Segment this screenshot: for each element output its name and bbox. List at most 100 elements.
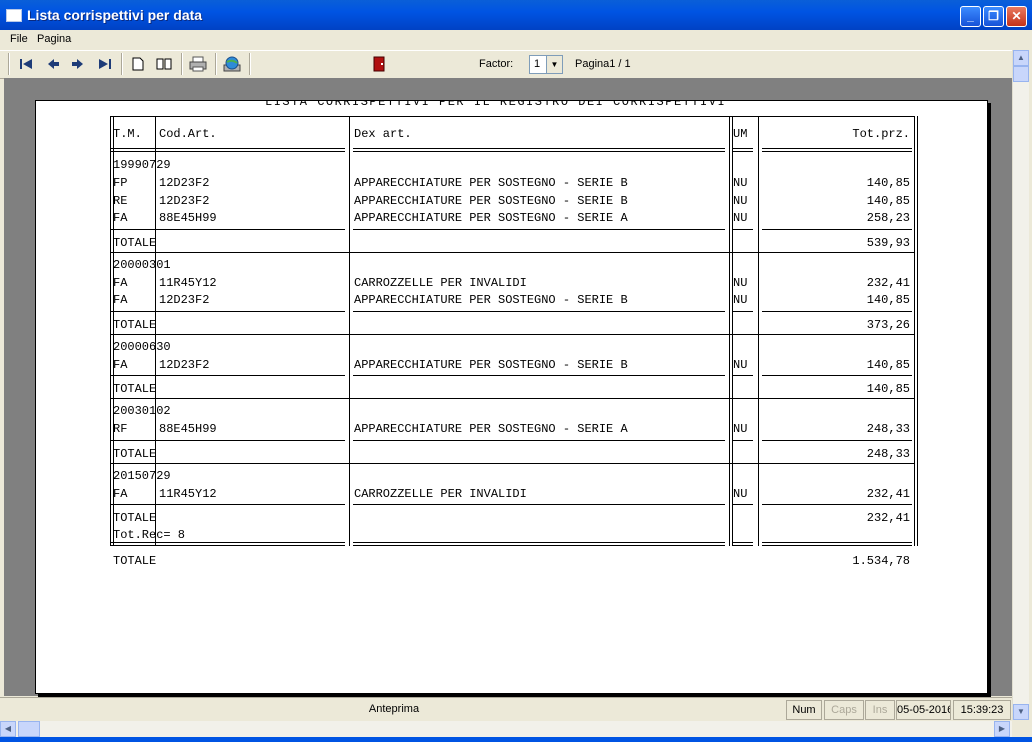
cell-dex-art: APPARECCHIATURE PER SOSTEGNO - SERIE A bbox=[354, 211, 628, 225]
header-top-rule bbox=[111, 116, 914, 117]
print-button[interactable] bbox=[187, 54, 209, 74]
group-total-value: 373,26 bbox=[866, 317, 910, 332]
subtotal-rule bbox=[733, 375, 753, 376]
two-pages-button[interactable] bbox=[153, 54, 175, 74]
status-mode: Anteprima bbox=[368, 703, 420, 715]
first-page-button[interactable] bbox=[15, 54, 37, 74]
cell-tm: RF bbox=[113, 422, 128, 436]
subtotal-rule bbox=[353, 310, 725, 312]
subtotal-rule bbox=[111, 310, 345, 312]
cell-tot-prz: 248,33 bbox=[866, 422, 910, 436]
group-date: 20150729 bbox=[113, 468, 171, 483]
scroll-down-icon[interactable]: ▼ bbox=[1013, 704, 1029, 720]
group-total-value: 539,93 bbox=[866, 235, 910, 250]
scroll-right-icon[interactable]: ▶ bbox=[994, 721, 1010, 737]
cell-tm: FA bbox=[113, 293, 128, 307]
footer-rule bbox=[111, 542, 345, 543]
chevron-down-icon[interactable]: ▼ bbox=[546, 56, 562, 73]
subtotal-rule bbox=[762, 310, 912, 312]
next-page-button[interactable] bbox=[67, 54, 89, 74]
scroll-left-icon[interactable]: ◀ bbox=[0, 721, 16, 737]
toolbar-separator bbox=[215, 53, 217, 75]
restore-button[interactable]: ❐ bbox=[983, 6, 1004, 27]
header-rule bbox=[733, 148, 753, 149]
close-button[interactable]: ✕ bbox=[1006, 6, 1027, 27]
group-total-value: 140,85 bbox=[866, 382, 910, 396]
minimize-button[interactable]: _ bbox=[960, 6, 981, 27]
cell-tm: FP bbox=[113, 176, 128, 190]
last-page-icon bbox=[99, 59, 111, 69]
factor-value: 1 bbox=[534, 58, 541, 70]
group-total-value: 232,41 bbox=[866, 511, 910, 525]
toolbar-separator bbox=[249, 53, 251, 75]
horizontal-scrollbar[interactable]: ◀ ▶ bbox=[0, 721, 1012, 737]
app-window: Lista corrispettivi per data _ ❐ ✕ File … bbox=[0, 0, 1032, 742]
group-date: 20000301 bbox=[113, 257, 171, 272]
group-rule bbox=[111, 462, 914, 464]
status-caps: Caps bbox=[824, 700, 864, 720]
cell-tot-prz: 140,85 bbox=[866, 357, 910, 372]
group-total-label: TOTALE bbox=[113, 511, 157, 525]
footer-rule bbox=[733, 542, 753, 543]
column-rule bbox=[155, 116, 156, 546]
export-button[interactable] bbox=[221, 54, 243, 74]
taskbar-strip bbox=[0, 737, 1032, 742]
header-rule bbox=[762, 151, 912, 152]
cell-dex-art: CARROZZELLE PER INVALIDI bbox=[354, 486, 527, 501]
toolbar: Factor: 1 ▼ Pagina1 / 1 bbox=[0, 50, 1012, 79]
cell-dex-art: CARROZZELLE PER INVALIDI bbox=[354, 275, 527, 290]
scroll-up-icon[interactable]: ▲ bbox=[1013, 50, 1029, 66]
first-page-icon bbox=[20, 59, 32, 69]
last-page-button[interactable] bbox=[94, 54, 116, 74]
exit-button[interactable] bbox=[368, 54, 390, 74]
footer-rule bbox=[111, 545, 345, 546]
hscroll-thumb[interactable] bbox=[18, 721, 40, 737]
menu-pagina[interactable]: Pagina bbox=[37, 33, 71, 45]
cell-tot-prz: 140,85 bbox=[866, 193, 910, 208]
cell-um: NU bbox=[733, 486, 748, 501]
window-title: Lista corrispettivi per data bbox=[27, 7, 203, 23]
cell-tot-prz: 140,85 bbox=[866, 176, 910, 190]
grand-total-label: TOTALE bbox=[113, 554, 157, 568]
report-page: LISTA CORRISPETTIVI PER IL REGISTRO DEI … bbox=[35, 100, 988, 694]
status-bar: Anteprima Num Caps Ins 05-05-2016 15:39:… bbox=[0, 697, 1012, 721]
subtotal-rule bbox=[762, 375, 912, 376]
header-cod-art: Cod.Art. bbox=[159, 127, 217, 141]
subtotal-rule bbox=[111, 439, 345, 441]
cell-dex-art: APPARECCHIATURE PER SOSTEGNO - SERIE A bbox=[354, 422, 628, 436]
cell-tm: FA bbox=[113, 357, 128, 372]
group-total-label: TOTALE bbox=[113, 446, 157, 461]
cell-tm: FA bbox=[113, 275, 128, 290]
cell-cod-art: 88E45H99 bbox=[159, 211, 217, 225]
vertical-scrollbar[interactable]: ▲ ▼ bbox=[1012, 50, 1029, 720]
scroll-thumb[interactable] bbox=[1013, 66, 1029, 82]
factor-select[interactable]: 1 ▼ bbox=[529, 55, 563, 74]
printer-icon bbox=[189, 56, 207, 72]
subtotal-rule bbox=[733, 228, 753, 230]
column-rule bbox=[113, 116, 114, 546]
subtotal-rule bbox=[353, 375, 725, 376]
group-total-label: TOTALE bbox=[113, 235, 157, 250]
cell-dex-art: APPARECCHIATURE PER SOSTEGNO - SERIE B bbox=[354, 193, 628, 208]
page-icon bbox=[132, 57, 144, 71]
subtotal-rule bbox=[111, 504, 345, 505]
cell-cod-art: 12D23F2 bbox=[159, 293, 210, 307]
cell-um: NU bbox=[733, 176, 748, 190]
single-page-button[interactable] bbox=[127, 54, 149, 74]
app-icon bbox=[6, 9, 22, 22]
page-indicator: Pagina1 / 1 bbox=[575, 58, 631, 70]
cell-um: NU bbox=[733, 422, 748, 436]
toolbar-grip bbox=[8, 53, 10, 75]
prev-page-button[interactable] bbox=[42, 54, 64, 74]
cell-cod-art: 12D23F2 bbox=[159, 193, 210, 208]
cell-um: NU bbox=[733, 357, 748, 372]
cell-tot-prz: 232,41 bbox=[866, 275, 910, 290]
column-rule bbox=[349, 116, 350, 546]
group-total-label: TOTALE bbox=[113, 317, 157, 332]
menu-file[interactable]: File bbox=[10, 33, 28, 45]
book-icon bbox=[156, 58, 172, 70]
cell-tot-prz: 258,23 bbox=[866, 211, 910, 225]
grand-total-value: 1.534,78 bbox=[852, 554, 910, 568]
title-bar: Lista corrispettivi per data _ ❐ ✕ bbox=[0, 0, 1032, 30]
status-num: Num bbox=[786, 700, 822, 720]
